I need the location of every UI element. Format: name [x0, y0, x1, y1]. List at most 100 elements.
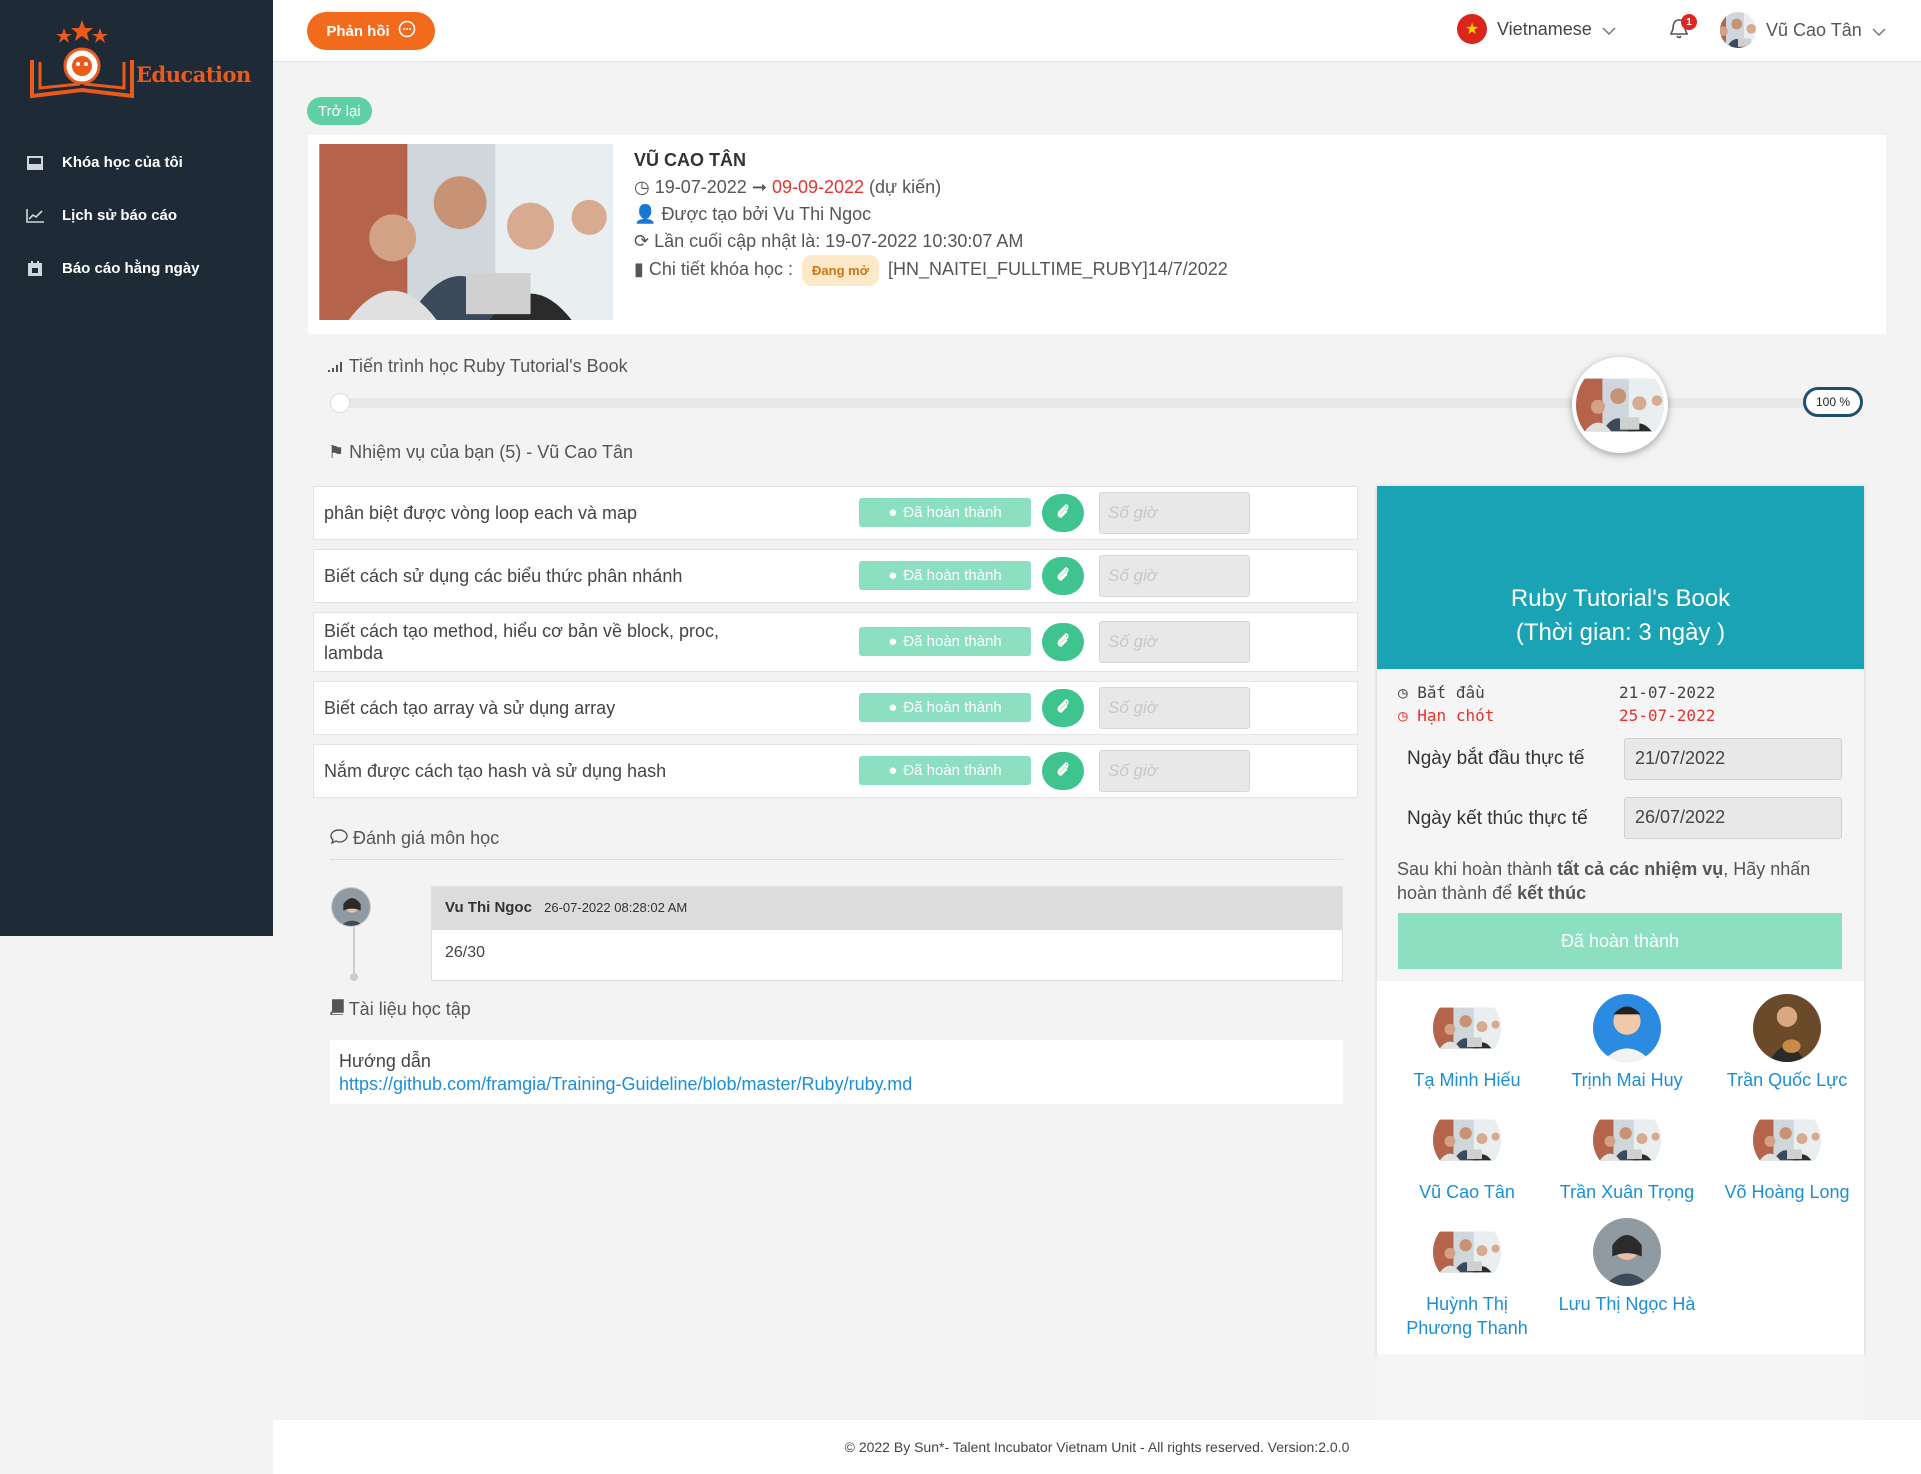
deadline-row: ◷ Hạn chót: [1398, 706, 1494, 725]
member-item[interactable]: Vũ Cao Tân: [1392, 1106, 1542, 1204]
sidebar-item-my-courses[interactable]: Khóa học của tôi: [0, 136, 273, 189]
member-item[interactable]: Huỳnh Thị Phương Thanh: [1392, 1218, 1542, 1340]
chevron-down-icon: [1602, 19, 1616, 40]
complete-subject-button[interactable]: Đã hoàn thành: [1398, 913, 1842, 969]
timeline-dot: [350, 973, 358, 981]
course-card: VŨ CAO TÂN ◷ 19-07-2022 ➞ 09-09-2022 (dự…: [308, 135, 1886, 334]
subject-header: Ruby Tutorial's Book (Thời gian: 3 ngày …: [1377, 486, 1864, 669]
sidebar-item-label: Lịch sử báo cáo: [62, 207, 178, 224]
language-label: Vietnamese: [1497, 18, 1592, 39]
signal-icon: [328, 356, 349, 376]
top-header: Phản hồi ★ Vietnamese 1 Vũ Cao Tân: [273, 0, 1921, 62]
status-badge: Đang mở: [802, 255, 879, 286]
progress-title-text: Tiến trình học Ruby Tutorial's Book: [348, 356, 628, 376]
course-code[interactable]: [HN_NAITEI_FULLTIME_RUBY]14/7/2022: [888, 259, 1228, 279]
progress-percent: 100 %: [1803, 387, 1863, 417]
member-item[interactable]: Võ Hoàng Long: [1712, 1106, 1862, 1204]
member-name: Trịnh Mai Huy: [1571, 1070, 1683, 1090]
task-status-badge: ● Đã hoàn thành: [859, 627, 1031, 656]
user-menu[interactable]: Vũ Cao Tân: [1720, 12, 1886, 48]
feedback-button[interactable]: Phản hồi: [307, 12, 435, 50]
attach-link-button[interactable]: [1042, 557, 1084, 595]
task-row: phân biệt được vòng loop each và map ● Đã…: [313, 486, 1358, 540]
actual-start-label: Ngày bắt đầu thực tế: [1407, 748, 1585, 769]
sidebar-item-label: Báo cáo hằng ngày: [62, 260, 200, 277]
start-date-value: 21-07-2022: [1619, 683, 1716, 702]
feedback-label: Phản hồi: [326, 22, 390, 40]
language-selector[interactable]: ★ Vietnamese: [1457, 14, 1616, 44]
flag-icon: ⚑: [328, 442, 345, 462]
task-row: Biết cách tạo method, hiểu cơ bản về blo…: [313, 612, 1358, 672]
arrow-right-icon: ➞: [751, 177, 767, 197]
task-text: phân biệt được vòng loop each và map: [324, 503, 638, 523]
comment-icon: [330, 828, 353, 848]
dot-icon: ●: [888, 504, 898, 521]
course-image: [317, 144, 615, 320]
hours-input[interactable]: Số giờ: [1099, 750, 1250, 792]
dot-icon: ●: [888, 633, 898, 650]
hours-input[interactable]: Số giờ: [1099, 492, 1250, 534]
back-button[interactable]: Trở lại: [307, 97, 372, 125]
course-dates: ◷ 19-07-2022 ➞ 09-09-2022 (dự kiến): [634, 174, 1228, 201]
avatar: [1720, 12, 1756, 48]
attach-link-button[interactable]: [1042, 689, 1084, 727]
sidebar-item-daily-report[interactable]: Báo cáo hằng ngày: [0, 242, 273, 295]
docs-box: Hướng dẫn https://github.com/framgia/Tra…: [330, 1040, 1343, 1104]
docs-title: Tài liệu học tập: [330, 999, 471, 1020]
task-row: Biết cách sử dụng các biểu thức phân nhá…: [313, 549, 1358, 603]
sidebar-item-report-history[interactable]: Lịch sử báo cáo: [0, 189, 273, 242]
calendar-icon: [26, 261, 44, 277]
avatar: [1593, 994, 1661, 1062]
trainer-line: 👤 Được tạo bởi Vu Thi Ngoc: [634, 201, 1228, 228]
attach-link-button[interactable]: [1042, 494, 1084, 532]
docs-label: Hướng dẫn: [339, 1051, 431, 1071]
attach-link-button[interactable]: [1042, 752, 1084, 790]
dot-icon: ●: [888, 699, 898, 716]
task-status-badge: ● Đã hoàn thành: [859, 561, 1031, 590]
avatar: [1593, 1106, 1661, 1174]
member-item[interactable]: Trần Xuân Trọng: [1552, 1106, 1702, 1204]
refresh-icon: ⟳: [634, 231, 650, 251]
footer-text: 2022 By Sun*- Talent Incubator Vietnam U…: [858, 1439, 1350, 1455]
dot-icon: ●: [888, 567, 898, 584]
sidebar-item-label: Khóa học của tôi: [62, 154, 183, 171]
hours-input[interactable]: Số giờ: [1099, 555, 1250, 597]
user-name: Vũ Cao Tân: [1766, 19, 1862, 40]
tasks-title: ⚑ Nhiệm vụ của bạn (5) - Vũ Cao Tân: [328, 442, 633, 463]
copyright-icon: ©: [844, 1439, 859, 1455]
member-list: Tạ Minh Hiếu Trịnh Mai Huy Trần Quốc Lực…: [1377, 981, 1864, 1354]
sidebar-nav: Khóa học của tôi Lịch sử báo cáo Báo cáo…: [0, 136, 273, 295]
hours-input[interactable]: Số giờ: [1099, 687, 1250, 729]
member-item[interactable]: Lưu Thị Ngọc Hà: [1552, 1218, 1702, 1316]
member-item[interactable]: Trịnh Mai Huy: [1552, 994, 1702, 1092]
brand-logo[interactable]: Education: [30, 20, 251, 100]
review-comment-header: Vu Thi Ngoc 26-07-2022 08:28:02 AM: [432, 887, 1342, 930]
progress-avatar: [1572, 357, 1668, 453]
member-item[interactable]: Tạ Minh Hiếu: [1392, 994, 1542, 1092]
member-name: Tạ Minh Hiếu: [1413, 1070, 1521, 1090]
progress-title: Tiến trình học Ruby Tutorial's Book: [328, 356, 628, 377]
course-info: VŨ CAO TÂN ◷ 19-07-2022 ➞ 09-09-2022 (dự…: [634, 147, 1228, 286]
sidebar: Education Khóa học của tôi Lịch sử báo c…: [0, 0, 273, 936]
review-title: Đánh giá môn học: [330, 828, 499, 849]
notification-bell[interactable]: 1: [1669, 14, 1697, 44]
paperclip-icon: [1055, 632, 1071, 653]
docs-link[interactable]: https://github.com/framgia/Training-Guid…: [339, 1074, 912, 1094]
member-name: Lưu Thị Ngọc Hà: [1558, 1294, 1696, 1314]
subject-panel: Ruby Tutorial's Book (Thời gian: 3 ngày …: [1377, 486, 1864, 1469]
member-item[interactable]: Trần Quốc Lực: [1712, 994, 1862, 1092]
actual-end-input[interactable]: 26/07/2022: [1624, 797, 1842, 839]
review-author: Vu Thi Ngoc: [445, 899, 532, 916]
task-row: Biết cách tạo array và sử dụng array ● Đã…: [313, 681, 1358, 735]
member-name: Huỳnh Thị Phương Thanh: [1406, 1294, 1528, 1338]
start-label: Bắt đầu: [1417, 683, 1485, 702]
actual-start-input[interactable]: 21/07/2022: [1624, 738, 1842, 780]
attach-link-button[interactable]: [1042, 623, 1084, 661]
trainer-text: Được tạo bởi Vu Thi Ngoc: [661, 204, 872, 224]
hours-input[interactable]: Số giờ: [1099, 621, 1250, 663]
user-icon: 👤: [634, 204, 657, 224]
course-detail-line: ▮ Chi tiết khóa học : Đang mở [HN_NAITEI…: [634, 255, 1228, 286]
avatar: [1433, 1218, 1501, 1286]
progress-knob[interactable]: [330, 393, 350, 413]
task-status-badge: ● Đã hoàn thành: [859, 693, 1031, 722]
